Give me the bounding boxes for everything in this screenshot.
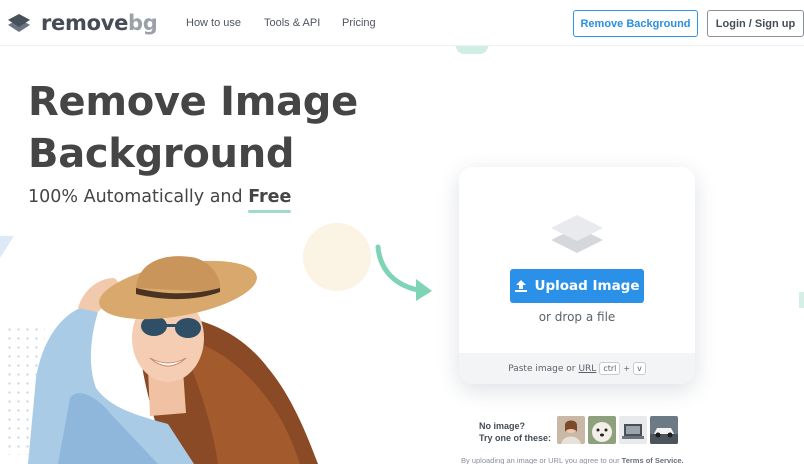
hero-subtitle: 100% Automatically and Free bbox=[28, 187, 292, 207]
sample-prompt: No image? Try one of these: bbox=[479, 421, 552, 443]
title-line-1: Remove Image bbox=[28, 79, 358, 125]
upload-image-button[interactable]: Upload Image bbox=[510, 269, 644, 303]
decorative-bar bbox=[799, 292, 804, 308]
logo-layers-icon bbox=[6, 10, 34, 36]
sample-thumb-woman[interactable] bbox=[557, 416, 585, 444]
paste-url-link[interactable]: URL bbox=[578, 364, 596, 374]
nav-link-tools-api[interactable]: Tools & API bbox=[264, 17, 320, 29]
decorative-arc bbox=[456, 46, 488, 54]
upload-button-label: Upload Image bbox=[534, 278, 640, 294]
login-signup-button[interactable]: Login / Sign up bbox=[707, 10, 804, 37]
sample-thumb-dog[interactable] bbox=[588, 416, 616, 444]
sample-thumb-car[interactable] bbox=[650, 416, 678, 444]
upload-card[interactable]: Upload Image or drop a file Paste image … bbox=[459, 167, 695, 384]
kbd-ctrl: ctrl bbox=[599, 362, 621, 375]
nav-link-how-to-use[interactable]: How to use bbox=[186, 17, 241, 29]
page-title: Remove Image Background bbox=[28, 76, 358, 180]
terms-link[interactable]: Terms of Service. bbox=[622, 456, 684, 464]
free-emphasis: Free bbox=[248, 187, 292, 207]
nav-link-pricing[interactable]: Pricing bbox=[342, 17, 376, 29]
decorative-triangle bbox=[0, 236, 14, 258]
brand-name: removebg bbox=[41, 11, 158, 35]
top-navigation: removebg How to use Tools & API Pricing … bbox=[0, 0, 804, 46]
terms-notice: By uploading an image or URL you agree t… bbox=[461, 456, 684, 464]
sample-thumb-product[interactable] bbox=[619, 416, 647, 444]
layers-stack-icon bbox=[551, 215, 603, 253]
remove-background-button[interactable]: Remove Background bbox=[573, 10, 698, 37]
kbd-v: v bbox=[633, 362, 646, 375]
upload-arrow-icon bbox=[515, 280, 528, 292]
title-line-2: Background bbox=[28, 131, 295, 177]
hero-photo bbox=[28, 256, 318, 464]
paste-hint: Paste image or URL ctrl + v bbox=[459, 353, 695, 384]
curved-arrow-icon bbox=[375, 244, 432, 301]
drop-file-text: or drop a file bbox=[538, 310, 616, 324]
brand-logo[interactable]: removebg bbox=[6, 8, 158, 38]
sample-thumbnails bbox=[557, 416, 678, 444]
